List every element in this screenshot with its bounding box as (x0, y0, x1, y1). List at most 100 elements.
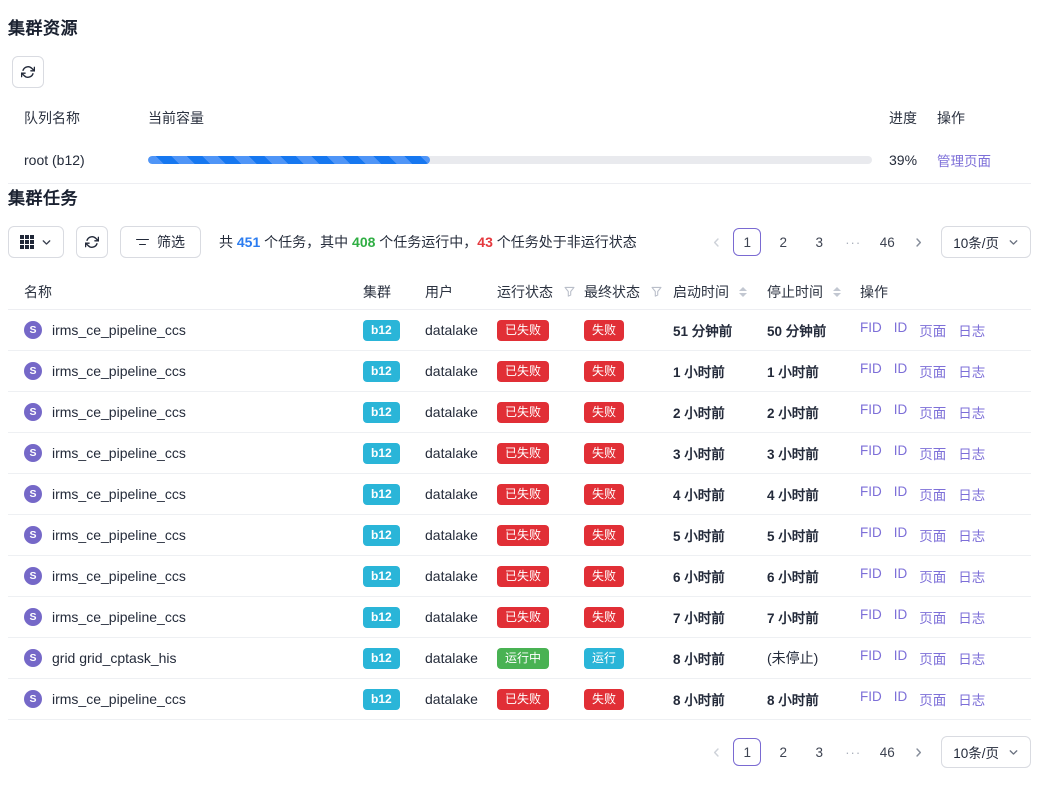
start-time: 8 小时前 (673, 648, 767, 668)
user-name: datalake (425, 691, 497, 707)
page-number-1[interactable]: 1 (733, 738, 761, 766)
final_status-cell: 失败 (584, 361, 673, 382)
cluster-badge: b12 (363, 607, 400, 628)
action-link-page[interactable]: 页面 (919, 402, 946, 422)
stop-time: 2 小时前 (767, 402, 860, 422)
tasks-toolbar: 筛选 共 451 个任务，其中 408 个任务运行中，43 个任务处于非运行状态… (8, 226, 1031, 258)
page-number-3[interactable]: 3 (805, 738, 833, 766)
action-link-log[interactable]: 日志 (958, 361, 985, 381)
action-link-page[interactable]: 页面 (919, 648, 946, 668)
page-next-button[interactable] (905, 738, 931, 766)
page-size-select[interactable]: 10条/页 (941, 226, 1031, 258)
action-link-id[interactable]: ID (894, 484, 908, 504)
start-time: 6 小时前 (673, 566, 767, 586)
final_status-cell: 运行 (584, 648, 673, 669)
task-name-cell: Sirms_ce_pipeline_ccs (24, 321, 363, 339)
tasks-refresh-button[interactable] (76, 226, 108, 258)
page-number-1[interactable]: 1 (733, 228, 761, 256)
column-header-actions: 操作 (860, 282, 1015, 302)
stop-time: 1 小时前 (767, 361, 860, 381)
action-link-id[interactable]: ID (894, 525, 908, 545)
action-link-fid[interactable]: FID (860, 402, 882, 422)
run_status-cell: 已失败 (497, 484, 584, 505)
sort-icon[interactable] (739, 287, 747, 297)
action-link-id[interactable]: ID (894, 607, 908, 627)
action-link-id[interactable]: ID (894, 566, 908, 586)
page-number-46[interactable]: 46 (873, 228, 901, 256)
action-link-fid[interactable]: FID (860, 648, 882, 668)
column-header-run_status[interactable]: 运行状态 (497, 282, 584, 302)
task-name-cell: Sirms_ce_pipeline_ccs (24, 526, 363, 544)
filter-funnel-icon[interactable] (563, 285, 576, 298)
action-link-log[interactable]: 日志 (958, 607, 985, 627)
task-row: Sirms_ce_pipeline_ccsb12datalake已失败失败2 小… (8, 392, 1031, 433)
user-name: datalake (425, 363, 497, 379)
action-link-log[interactable]: 日志 (958, 484, 985, 504)
final-status-badge: 失败 (584, 607, 624, 628)
progress-value: 39% (889, 152, 937, 168)
filter-funnel-icon[interactable] (650, 285, 663, 298)
action-link-page[interactable]: 页面 (919, 689, 946, 709)
task-actions: FID ID 页面日志 (860, 361, 1015, 381)
action-link-page[interactable]: 页面 (919, 607, 946, 627)
action-link-fid[interactable]: FID (860, 320, 882, 340)
action-link-id[interactable]: ID (894, 648, 908, 668)
action-link-fid[interactable]: FID (860, 443, 882, 463)
column-label: 集群 (363, 282, 391, 302)
page-number-2[interactable]: 2 (769, 228, 797, 256)
action-link-fid[interactable]: FID (860, 361, 882, 381)
action-link-id[interactable]: ID (894, 320, 908, 340)
column-header-stop_time[interactable]: 停止时间 (767, 282, 860, 302)
filter-button[interactable]: 筛选 (120, 226, 201, 258)
manage-page-link[interactable]: 管理页面 (937, 154, 991, 169)
action-link-page[interactable]: 页面 (919, 443, 946, 463)
final_status-cell: 失败 (584, 443, 673, 464)
action-link-fid[interactable]: FID (860, 566, 882, 586)
action-link-fid[interactable]: FID (860, 689, 882, 709)
page-size-select[interactable]: 10条/页 (941, 736, 1031, 768)
page-next-button[interactable] (905, 228, 931, 256)
cluster-badge: b12 (363, 525, 400, 546)
page-ellipsis: ··· (841, 235, 865, 250)
task-actions: FID ID 页面日志 (860, 648, 1015, 668)
task-name-cell: Sgrid grid_cptask_his (24, 649, 363, 667)
page-number-46[interactable]: 46 (873, 738, 901, 766)
resources-refresh-button[interactable] (12, 56, 44, 88)
action-link-log[interactable]: 日志 (958, 443, 985, 463)
column-header-capacity: 当前容量 (148, 108, 889, 128)
column-header-start_time[interactable]: 启动时间 (673, 282, 767, 302)
action-link-page[interactable]: 页面 (919, 525, 946, 545)
action-link-log[interactable]: 日志 (958, 320, 985, 340)
column-header-final_status[interactable]: 最终状态 (584, 282, 673, 302)
action-link-id[interactable]: ID (894, 443, 908, 463)
page-number-2[interactable]: 2 (769, 738, 797, 766)
task-avatar: S (24, 526, 42, 544)
action-link-log[interactable]: 日志 (958, 566, 985, 586)
tasks-table: 名称集群用户运行状态最终状态启动时间停止时间操作 Sirms_ce_pipeli… (8, 274, 1031, 720)
action-link-page[interactable]: 页面 (919, 320, 946, 340)
task-name: irms_ce_pipeline_ccs (52, 445, 186, 461)
page-number-3[interactable]: 3 (805, 228, 833, 256)
action-link-log[interactable]: 日志 (958, 402, 985, 422)
task-name-cell: Sirms_ce_pipeline_ccs (24, 444, 363, 462)
cluster-cell: b12 (363, 402, 425, 423)
action-link-id[interactable]: ID (894, 402, 908, 422)
action-link-log[interactable]: 日志 (958, 648, 985, 668)
action-link-log[interactable]: 日志 (958, 525, 985, 545)
action-link-page[interactable]: 页面 (919, 484, 946, 504)
sort-icon[interactable] (833, 287, 841, 297)
layout-grid-button[interactable] (8, 226, 64, 258)
action-link-fid[interactable]: FID (860, 607, 882, 627)
page-prev-button (703, 738, 729, 766)
action-link-fid[interactable]: FID (860, 525, 882, 545)
task-name: grid grid_cptask_his (52, 650, 177, 666)
stop-time: 50 分钟前 (767, 320, 860, 340)
action-link-id[interactable]: ID (894, 361, 908, 381)
task-summary: 共 451 个任务，其中 408 个任务运行中，43 个任务处于非运行状态 (219, 232, 637, 252)
run_status-cell: 已失败 (497, 361, 584, 382)
action-link-page[interactable]: 页面 (919, 361, 946, 381)
action-link-id[interactable]: ID (894, 689, 908, 709)
action-link-page[interactable]: 页面 (919, 566, 946, 586)
action-link-log[interactable]: 日志 (958, 689, 985, 709)
action-link-fid[interactable]: FID (860, 484, 882, 504)
